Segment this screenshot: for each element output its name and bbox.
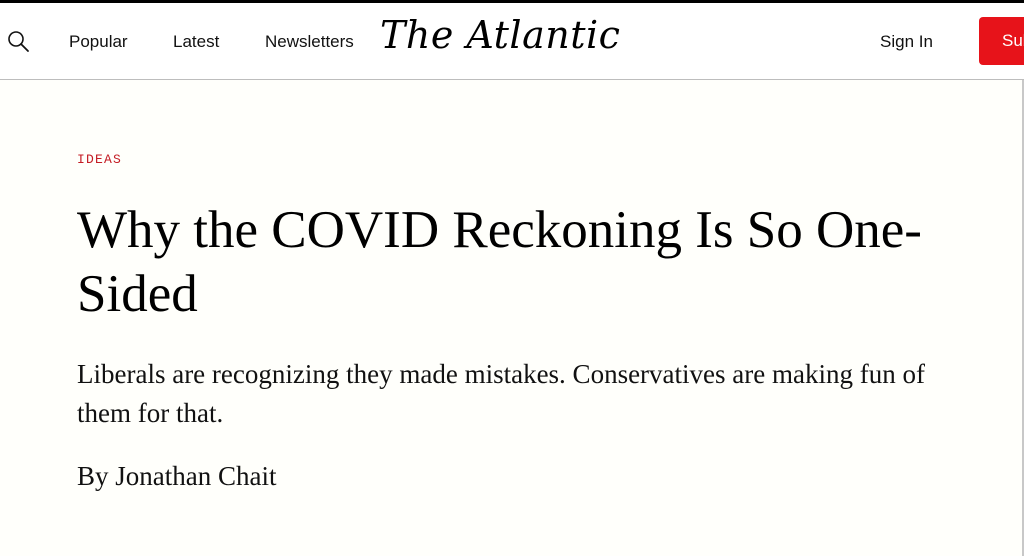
sign-in-link[interactable]: Sign In	[880, 32, 933, 52]
nav-popular-link[interactable]: Popular	[69, 32, 128, 52]
article-dek: Liberals are recognizing they made mista…	[77, 359, 925, 428]
search-button[interactable]	[6, 29, 32, 55]
author-link[interactable]: Jonathan Chait	[115, 461, 276, 491]
article-headline: Why the COVID Reckoning Is So One-Sided	[77, 201, 922, 323]
nav-newsletters-link[interactable]: Newsletters	[265, 32, 354, 52]
byline-prefix: By	[77, 461, 109, 491]
search-icon	[8, 31, 29, 52]
section-label[interactable]: IDEAS	[77, 152, 122, 167]
nav-latest-link[interactable]: Latest	[173, 32, 219, 52]
subscribe-label: Subscribe	[1002, 31, 1024, 50]
byline: By Jonathan Chait	[77, 458, 277, 494]
site-header: Popular Latest Newsletters The Atlantic …	[0, 3, 1024, 80]
subscribe-button[interactable]: Subscribe	[979, 17, 1024, 65]
site-logo[interactable]: The Atlantic	[380, 16, 620, 54]
